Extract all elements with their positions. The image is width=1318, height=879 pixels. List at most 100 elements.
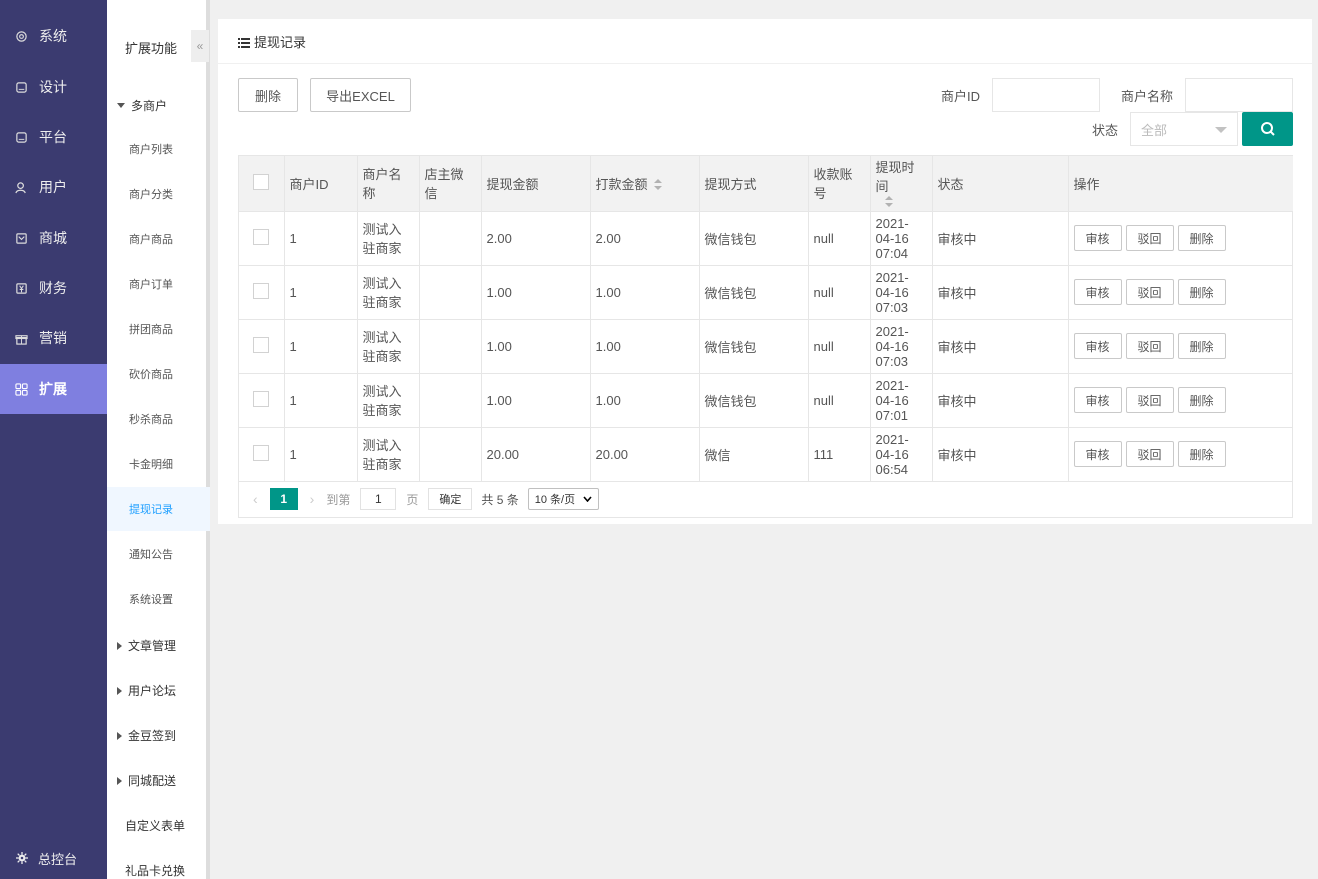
subnav-item[interactable]: 商户商品 xyxy=(107,217,210,261)
header-method: 提现方式 xyxy=(699,156,809,212)
next-page-icon[interactable]: › xyxy=(310,491,315,507)
total-count: 共 5 条 xyxy=(481,492,519,507)
subnav-item[interactable]: 系统设置 xyxy=(107,577,210,621)
nav-dashboard[interactable]: 总控台 xyxy=(0,838,107,878)
main-nav: 系统 设计 平台 用户 商城 财务 营销 扩展 总控台 xyxy=(0,0,107,879)
subnav-group-forum[interactable]: 用户论坛 xyxy=(117,682,176,699)
cell-merchant-name: 测试入驻商家 xyxy=(357,427,420,482)
row-checkbox-cell xyxy=(239,211,285,266)
subnav-group-merchant[interactable]: 多商户 xyxy=(117,97,167,114)
row-checkbox[interactable] xyxy=(253,228,269,245)
sort-icon[interactable] xyxy=(884,195,893,210)
subnav-item[interactable]: 通知公告 xyxy=(107,532,210,576)
reject-button[interactable]: 驳回 xyxy=(1125,333,1174,359)
table-row: 1 测试入驻商家 20.00 20.00 微信 111 2021-04-16 0… xyxy=(239,427,1293,482)
nav-item-design[interactable]: 设计 xyxy=(0,62,107,112)
subnav-item[interactable]: 商户分类 xyxy=(107,172,210,216)
row-delete-button[interactable]: 删除 xyxy=(1177,441,1226,467)
goto-label: 到第 xyxy=(326,492,351,507)
subnav-custom-form[interactable]: 自定义表单 xyxy=(125,817,185,834)
search-button[interactable] xyxy=(1242,112,1293,146)
nav-item-label: 财务 xyxy=(39,280,67,296)
chevron-down-icon xyxy=(1215,127,1227,133)
search-icon xyxy=(1260,121,1276,137)
current-page[interactable]: 1 xyxy=(269,488,298,510)
reject-button[interactable]: 驳回 xyxy=(1125,387,1174,413)
subnav-item[interactable]: 拼团商品 xyxy=(107,307,210,351)
page-title: 提现记录 xyxy=(254,34,307,50)
nav-item-mall[interactable]: 商城 xyxy=(0,213,107,263)
goto-confirm-button[interactable]: 确定 xyxy=(428,488,473,510)
cell-wechat xyxy=(419,211,482,266)
nav-item-platform[interactable]: 平台 xyxy=(0,112,107,162)
caret-down-icon xyxy=(117,103,125,108)
cell-amount: 2.00 xyxy=(481,211,591,266)
row-delete-button[interactable]: 删除 xyxy=(1177,225,1226,251)
header-status: 状态 xyxy=(932,156,1069,212)
subnav-item[interactable]: 商户列表 xyxy=(107,127,210,171)
caret-right-icon xyxy=(117,776,122,785)
platform-icon xyxy=(14,130,28,144)
panel-header: 提现记录 xyxy=(218,19,1312,64)
nav-item-label: 商城 xyxy=(39,230,67,246)
header-time[interactable]: 提现时间 xyxy=(870,156,933,212)
subnav-group-articles[interactable]: 文章管理 xyxy=(117,637,176,654)
approve-button[interactable]: 审核 xyxy=(1073,387,1122,413)
row-checkbox[interactable] xyxy=(253,282,269,299)
page-size-select[interactable]: 10 条/页 xyxy=(527,488,600,510)
cell-method: 微信钱包 xyxy=(699,211,809,266)
merchant-name-input[interactable] xyxy=(1185,78,1293,112)
row-delete-button[interactable]: 删除 xyxy=(1177,333,1226,359)
subnav-item[interactable]: 秒杀商品 xyxy=(107,397,210,441)
export-excel-button[interactable]: 导出EXCEL xyxy=(310,78,411,112)
approve-button[interactable]: 审核 xyxy=(1073,279,1122,305)
cell-account: null xyxy=(808,265,871,320)
row-checkbox[interactable] xyxy=(253,390,269,407)
sort-icon[interactable] xyxy=(653,178,662,193)
cell-actions: 审核 驳回 删除 xyxy=(1068,265,1293,320)
subnav-item[interactable]: 商户订单 xyxy=(107,262,210,306)
cell-amount: 20.00 xyxy=(481,427,591,482)
nav-item-marketing[interactable]: 营销 xyxy=(0,313,107,363)
approve-button[interactable]: 审核 xyxy=(1073,441,1122,467)
cell-actions: 审核 驳回 删除 xyxy=(1068,373,1293,428)
cell-status: 审核中 xyxy=(932,427,1069,482)
nav-item-label: 系统 xyxy=(39,28,67,44)
design-icon xyxy=(14,80,28,94)
approve-button[interactable]: 审核 xyxy=(1073,333,1122,359)
subnav-giftcard[interactable]: 礼品卡兑换 xyxy=(125,862,185,879)
header-checkbox-cell xyxy=(239,156,285,212)
row-delete-button[interactable]: 删除 xyxy=(1177,387,1226,413)
select-all-checkbox[interactable] xyxy=(253,173,269,190)
subnav-title: 扩展功能 xyxy=(125,41,178,56)
status-select[interactable]: 全部 xyxy=(1130,112,1238,146)
nav-item-user[interactable]: 用户 xyxy=(0,162,107,212)
header-wechat: 店主微信 xyxy=(419,156,482,212)
reject-button[interactable]: 驳回 xyxy=(1125,441,1174,467)
subnav-group-checkin[interactable]: 金豆签到 xyxy=(117,727,176,744)
reject-button[interactable]: 驳回 xyxy=(1125,225,1174,251)
header-amount: 提现金额 xyxy=(481,156,591,212)
cell-merchant-name: 测试入驻商家 xyxy=(357,211,420,266)
reject-button[interactable]: 驳回 xyxy=(1125,279,1174,305)
subnav-item[interactable]: 砍价商品 xyxy=(107,352,210,396)
subnav-group-delivery[interactable]: 同城配送 xyxy=(117,772,176,789)
subnav-item[interactable]: 卡金明细 xyxy=(107,442,210,486)
row-checkbox-cell xyxy=(239,265,285,320)
top-bar xyxy=(210,0,1318,12)
goto-page-input[interactable]: 1 xyxy=(360,488,397,510)
caret-right-icon xyxy=(117,641,122,650)
subnav-item-active[interactable]: 提现记录 xyxy=(107,487,210,531)
row-delete-button[interactable]: 删除 xyxy=(1177,279,1226,305)
row-checkbox[interactable] xyxy=(253,336,269,353)
nav-item-extension[interactable]: 扩展 xyxy=(0,364,107,414)
header-paid[interactable]: 打款金额 xyxy=(590,156,700,212)
nav-item-system[interactable]: 系统 xyxy=(0,11,107,61)
delete-button[interactable]: 删除 xyxy=(238,78,298,112)
collapse-button[interactable]: « xyxy=(191,30,209,62)
prev-page-icon[interactable]: ‹ xyxy=(253,491,258,507)
row-checkbox[interactable] xyxy=(253,444,269,461)
merchant-id-input[interactable] xyxy=(992,78,1100,112)
nav-item-finance[interactable]: 财务 xyxy=(0,263,107,313)
approve-button[interactable]: 审核 xyxy=(1073,225,1122,251)
